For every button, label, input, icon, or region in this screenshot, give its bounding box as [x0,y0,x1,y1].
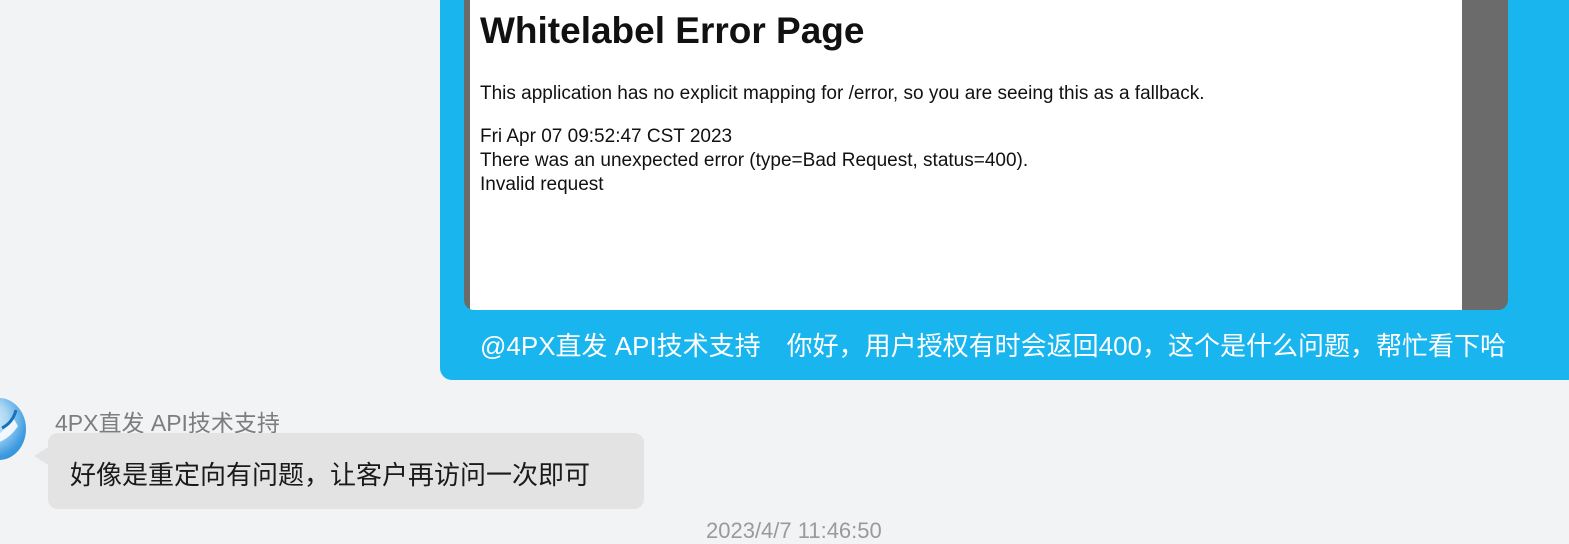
outgoing-message-text: @4PX直发 API技术支持 你好，用户授权有时会返回400，这个是什么问题，帮… [480,331,1507,361]
error-page-title: Whitelabel Error Page [480,10,865,51]
error-timestamp: Fri Apr 07 09:52:47 CST 2023 [480,126,733,147]
error-description: This application has no explicit mapping… [480,83,1205,104]
error-type: There was an unexpected error (type=Bad … [480,150,1029,171]
incoming-message-text: 好像是重定向有问题，让客户再访问一次即可 [70,460,591,490]
error-screenshot-image[interactable]: Whitelabel Error Page This application h… [464,0,1508,310]
error-page-content: Whitelabel Error Page This application h… [470,0,1462,310]
bird-logo-icon [0,409,18,442]
message-timestamp: 2023/4/7 11:46:50 [706,518,882,543]
sender-avatar[interactable] [0,398,26,460]
error-message: Invalid request [480,174,604,195]
